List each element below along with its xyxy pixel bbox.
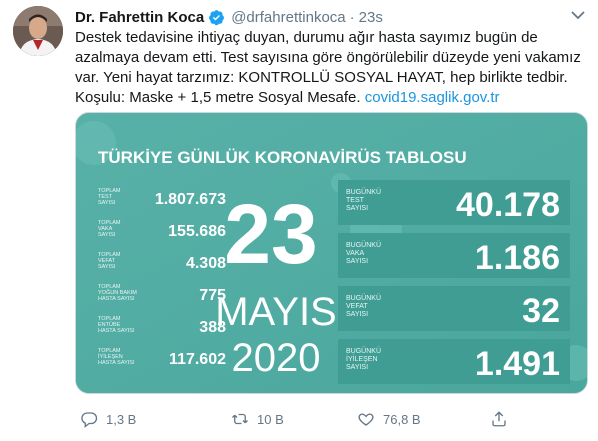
like-count: 76,8 B (383, 411, 421, 427)
author-name[interactable]: Dr. Fahrettin Koca (75, 9, 204, 26)
daily-value: 40.178 (456, 186, 560, 224)
total-value: 1.807.673 (155, 191, 226, 208)
tweet-text-fragment: Koşulu: Maske + 1,5 metre Sosyal Mesafe. (75, 89, 361, 106)
tweet-text-line: Koşulu: Maske + 1,5 metre Sosyal Mesafe.… (75, 88, 590, 108)
date-day: 23 (224, 187, 317, 281)
tweet-text-line: var. Yeni hayat tarzımız: KONTROLLÜ SOSY… (75, 69, 568, 86)
verified-badge-icon (209, 9, 225, 25)
reply-icon (81, 412, 98, 428)
date-year: 2020 (232, 336, 321, 380)
separator: · (349, 8, 355, 26)
date-month: MAYIS (215, 290, 337, 334)
tweet-link[interactable]: covid19.saglik.gov.tr (365, 89, 500, 106)
like-button[interactable]: 76,8 B (357, 410, 421, 428)
reply-count: 1,3 B (106, 411, 137, 427)
caret-down-icon[interactable] (570, 9, 586, 21)
total-value: 4.308 (186, 255, 226, 272)
share-icon (492, 411, 506, 427)
daily-value: 1.186 (475, 239, 560, 277)
infographic-title: TÜRKİYE GÜNLÜK KORONAVİRÜS TABLOSU (98, 148, 467, 167)
retweet-count: 10 B (257, 411, 284, 427)
share-button[interactable] (490, 410, 508, 428)
tweet-text: Destek tedavisine ihtiyaç duyan, durumu … (75, 28, 590, 108)
reply-button[interactable]: 1,3 B (80, 410, 136, 428)
daily-item: BUGÜNKÜ TEST SAYISI 40.178 (338, 180, 570, 225)
tweet-text-line: Destek tedavisine ihtiyaç duyan, durumu … (75, 29, 538, 46)
daily-value: 32 (522, 292, 560, 330)
infographic-svg: TÜRKİYE GÜNLÜK KORONAVİRÜS TABLOSU TOPLA… (76, 113, 587, 393)
daily-item: BUGÜNKÜ VAKA SAYISI 1.186 (338, 233, 570, 278)
tweet[interactable]: Dr. Fahrettin Koca @drfahrettinkoca · 23… (0, 0, 598, 441)
daily-value: 1.491 (475, 345, 560, 383)
retweet-icon (232, 413, 248, 425)
retweet-button[interactable]: 10 B (231, 410, 284, 428)
daily-item: BUGÜNKÜ İYİLEŞEN SAYISI 1.491 (338, 339, 570, 384)
infographic-image[interactable]: TÜRKİYE GÜNLÜK KORONAVİRÜS TABLOSU TOPLA… (75, 112, 588, 394)
avatar-image (13, 6, 63, 56)
daily-item: BUGÜNKÜ VEFAT SAYISI 32 (338, 286, 570, 331)
author-handle[interactable]: @drfahrettinkoca (231, 9, 345, 26)
tweet-header: Dr. Fahrettin Koca @drfahrettinkoca · 23… (75, 8, 383, 26)
total-value: 117.602 (169, 351, 226, 368)
timestamp[interactable]: 23s (359, 9, 383, 26)
total-value: 155.686 (168, 223, 226, 240)
like-icon (358, 413, 374, 426)
avatar[interactable] (13, 6, 63, 56)
tweet-text-line: azalmaya devam etti. Test sayısına göre … (75, 49, 581, 66)
tweet-actions: 1,3 B 10 B 76,8 B (75, 405, 590, 433)
